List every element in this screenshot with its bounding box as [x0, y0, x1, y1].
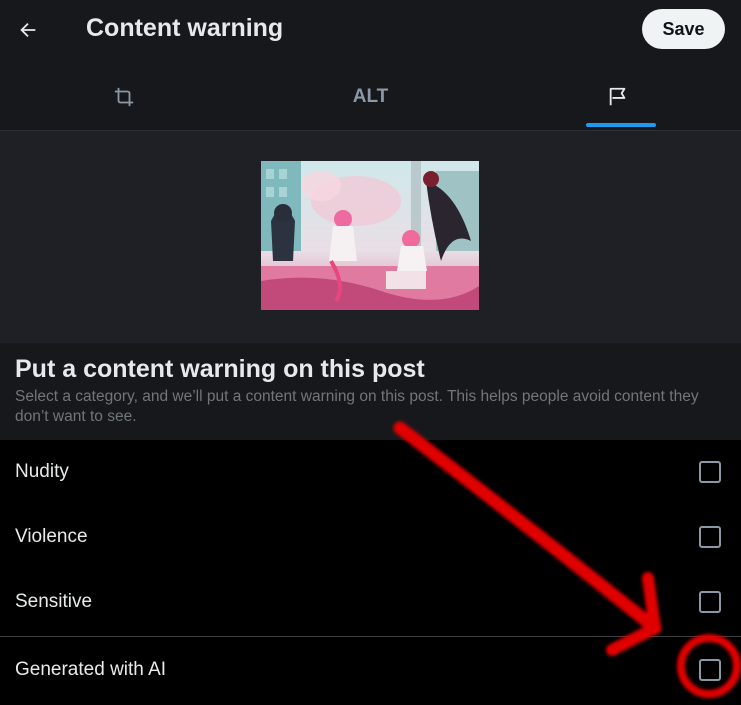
anime-illustration-thumbnail	[261, 161, 479, 310]
option-sensitive[interactable]: Sensitive	[0, 571, 741, 636]
content-warning-intro: Put a content warning on this post Selec…	[0, 343, 741, 440]
back-button[interactable]	[8, 10, 48, 50]
tab-alt-label: ALT	[352, 86, 389, 107]
nudity-checkbox[interactable]	[699, 461, 721, 483]
option-label: Violence	[15, 526, 88, 547]
generated-with-ai-checkbox[interactable]	[699, 659, 721, 681]
option-label: Nudity	[15, 461, 69, 482]
crop-icon	[114, 87, 133, 107]
section-heading: Put a content warning on this post	[15, 355, 425, 383]
media-preview-area	[0, 131, 741, 343]
tab-content-warning[interactable]	[494, 64, 741, 130]
option-label: Sensitive	[15, 591, 93, 612]
violence-checkbox[interactable]	[699, 526, 721, 548]
option-nudity[interactable]: Nudity	[0, 441, 741, 506]
active-tab-indicator	[586, 123, 656, 127]
page-title: Content warning	[86, 14, 284, 42]
tab-bar: ALT	[0, 64, 741, 130]
media-thumbnail	[261, 161, 479, 310]
save-button[interactable]: Save	[642, 9, 725, 49]
arrow-left-icon	[20, 22, 36, 38]
option-label: Generated with AI	[15, 659, 167, 680]
sensitive-checkbox[interactable]	[699, 591, 721, 613]
header-bar: Content warning Save ALT	[0, 0, 741, 131]
tab-crop[interactable]	[0, 64, 247, 130]
section-description: Select a category, and we’ll put a conte…	[15, 388, 699, 425]
tab-alt[interactable]: ALT	[247, 64, 494, 130]
flag-icon	[609, 87, 625, 106]
option-violence[interactable]: Violence	[0, 506, 741, 571]
option-generated-with-ai[interactable]: Generated with AI	[0, 637, 741, 702]
